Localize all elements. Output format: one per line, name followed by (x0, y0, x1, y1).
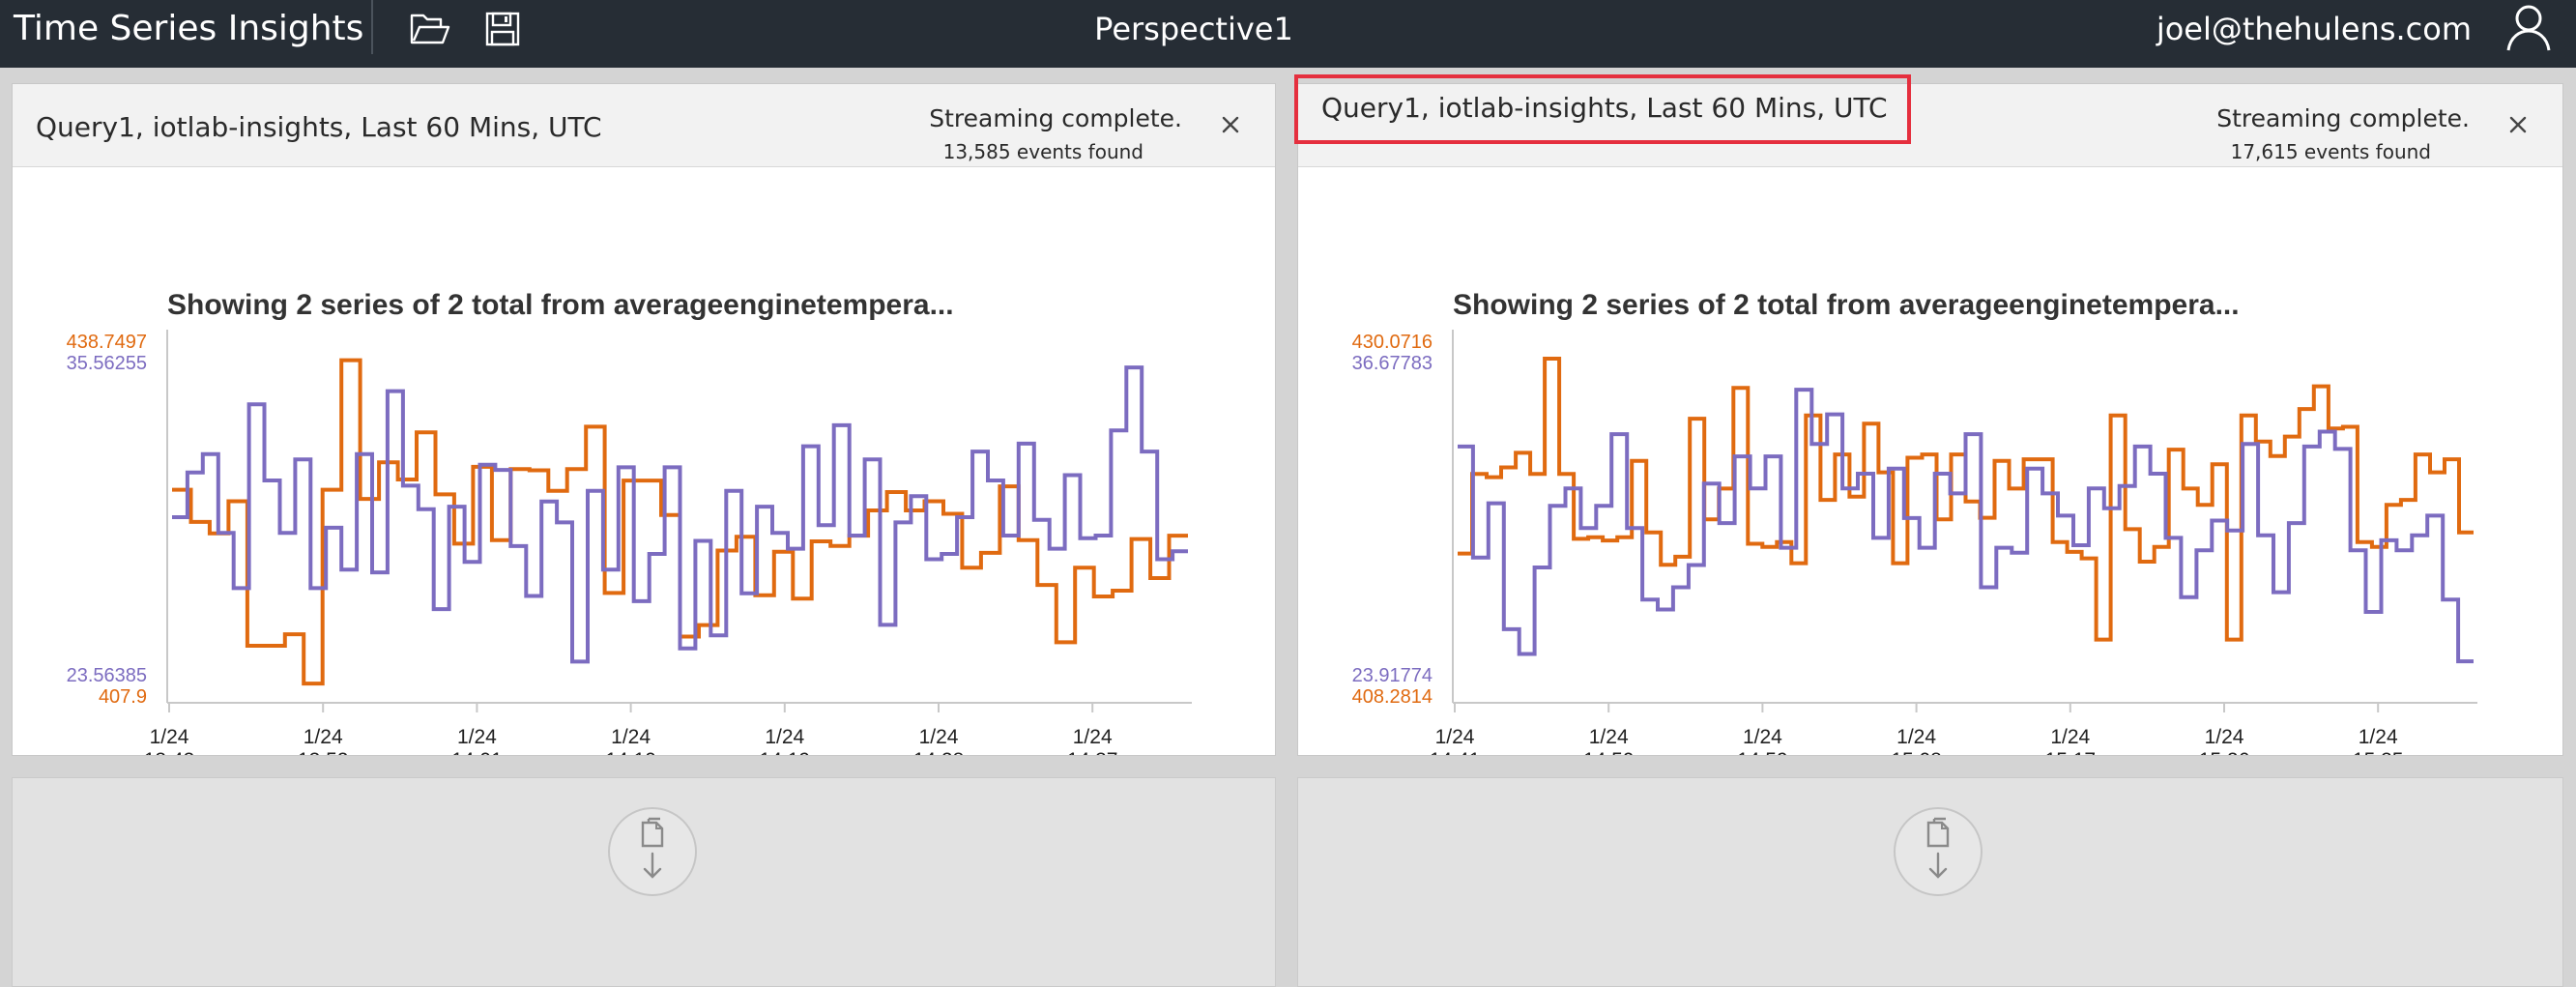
x-tick-label: 1/2414:50 (1583, 726, 1635, 755)
series-line-purple (1458, 388, 2474, 664)
app-title: Time Series Insights (14, 9, 364, 48)
query-panel: Query1, iotlab-insights, Last 60 Mins, U… (12, 83, 1276, 756)
folder-open-icon[interactable] (406, 6, 452, 52)
empty-panel[interactable] (1297, 777, 2563, 987)
x-tick-label: 1/2415:17 (2045, 726, 2097, 755)
close-icon[interactable] (1215, 109, 1246, 140)
x-tick-label: 1/2414:41 (1430, 726, 1481, 755)
close-icon[interactable] (2503, 109, 2533, 140)
panel-header: Query1, iotlab-insights, Last 60 Mins, U… (1294, 74, 2562, 167)
x-tick-label: 1/2415:26 (2199, 726, 2250, 755)
drop-target[interactable] (1894, 807, 1983, 896)
toolbar-divider (371, 0, 373, 54)
save-icon[interactable] (479, 6, 526, 52)
x-tick-label: 1/2414:59 (1737, 726, 1788, 755)
drop-target[interactable] (608, 807, 697, 896)
user-email[interactable]: joel@thehulens.com (2156, 10, 2472, 48)
query-title[interactable]: Query1, iotlab-insights, Last 60 Mins, U… (36, 111, 602, 144)
events-count: 17,615 events found (2230, 140, 2431, 163)
y-min-label-orange: 407.9 (99, 686, 147, 708)
query-title-highlighted[interactable]: Query1, iotlab-insights, Last 60 Mins, U… (1294, 74, 1911, 144)
empty-panel[interactable] (12, 777, 1276, 987)
chart-title: Showing 2 series of 2 total from average… (1453, 289, 2240, 321)
x-tick-label: 1/2413:52 (298, 726, 349, 755)
streaming-status: Streaming complete. (2216, 104, 2470, 132)
y-max-label-purple: 35.56255 (67, 353, 147, 374)
x-tick-label: 1/2414:19 (760, 726, 811, 755)
x-tick-label: 1/2414:37 (1067, 726, 1118, 755)
y-min-label-orange: 408.2814 (1352, 686, 1433, 708)
x-tick-label: 1/2415:08 (1891, 726, 1942, 755)
x-tick-label: 1/2414:10 (605, 726, 656, 755)
events-count: 13,585 events found (942, 140, 1143, 163)
x-tick-label: 1/2415:35 (2353, 726, 2404, 755)
x-tick-label: 1/2414:28 (913, 726, 965, 755)
y-max-label-purple: 36.67783 (1352, 353, 1433, 374)
query-panel: Query1, iotlab-insights, Last 60 Mins, U… (1294, 74, 2563, 756)
panel-header: Query1, iotlab-insights, Last 60 Mins, U… (13, 84, 1275, 167)
copy-download-icon (1926, 817, 1950, 879)
x-tick-label: 1/2413:43 (144, 726, 195, 755)
perspective-title[interactable]: Perspective1 (1063, 10, 1324, 48)
chart-title: Showing 2 series of 2 total from average… (167, 289, 954, 321)
copy-download-icon (641, 817, 664, 879)
user-icon[interactable] (2503, 2, 2555, 54)
chart[interactable]: Showing 2 series of 2 total from average… (1298, 167, 2562, 755)
y-min-label-purple: 23.56385 (67, 665, 147, 686)
y-min-label-purple: 23.91774 (1352, 665, 1433, 686)
chart[interactable]: Showing 2 series of 2 total from average… (13, 167, 1275, 755)
top-bar: Time Series Insights Perspective1 joel@t… (0, 0, 2576, 68)
x-tick-label: 1/2414:01 (451, 726, 503, 755)
streaming-status: Streaming complete. (929, 104, 1182, 132)
y-max-label-orange: 430.0716 (1352, 332, 1433, 353)
y-max-label-orange: 438.7497 (67, 332, 147, 353)
